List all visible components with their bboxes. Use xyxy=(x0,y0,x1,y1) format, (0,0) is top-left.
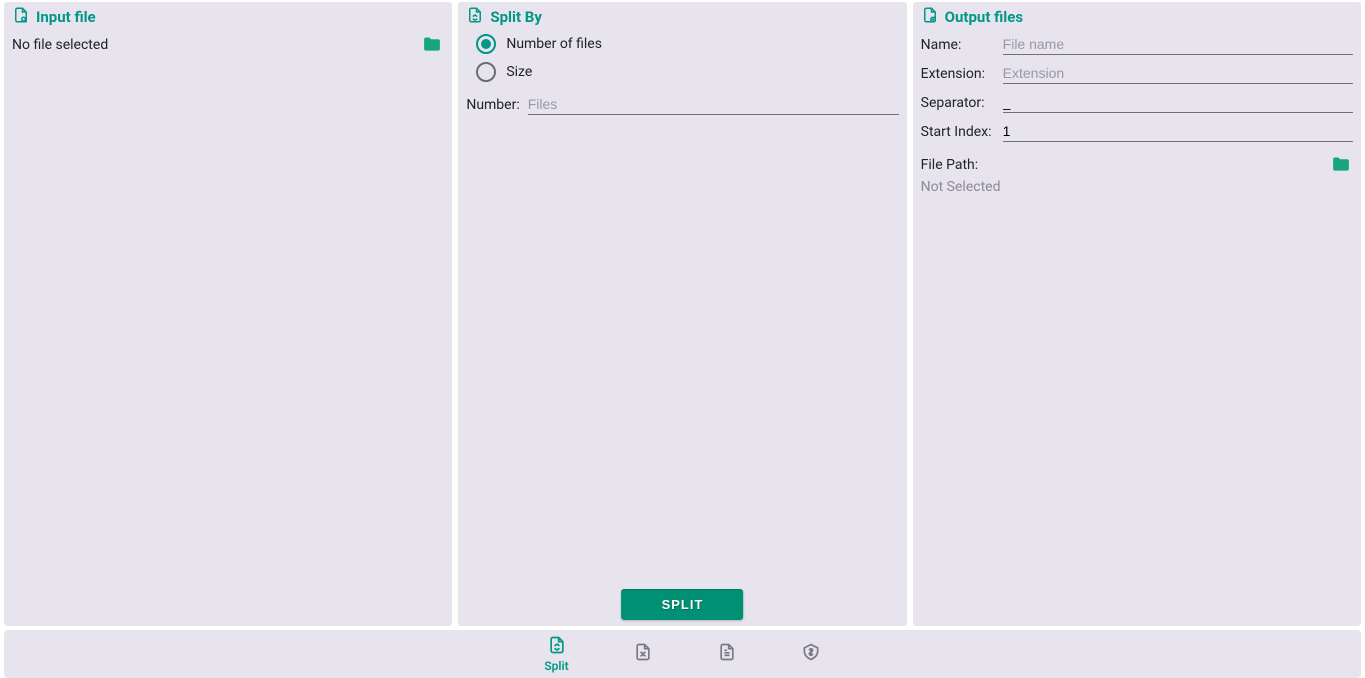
folder-icon xyxy=(420,34,444,55)
split-by-panel: Split By Number of files Size Number: xyxy=(458,2,906,626)
input-file-title: Input file xyxy=(36,8,96,26)
output-file-browse-button[interactable] xyxy=(1329,154,1353,175)
output-files-title: Output files xyxy=(945,8,1023,26)
radio-unchecked-icon xyxy=(476,62,496,82)
file-path-label: File Path: xyxy=(921,157,979,173)
radio-number-label: Number of files xyxy=(506,36,602,52)
extension-input[interactable] xyxy=(1003,63,1353,84)
number-label: Number: xyxy=(466,97,519,113)
split-by-header: Split By xyxy=(466,6,898,28)
tab-merge[interactable] xyxy=(633,642,653,666)
split-tab-icon xyxy=(547,635,567,659)
name-input[interactable] xyxy=(1003,34,1353,55)
split-file-icon xyxy=(466,6,484,28)
input-file-panel: Input file No file selected xyxy=(4,2,452,626)
radio-checked-icon xyxy=(476,34,496,54)
radio-size-label: Size xyxy=(506,64,532,80)
start-index-input[interactable] xyxy=(1003,121,1353,142)
donate-tab-icon xyxy=(801,642,821,666)
document-tab-icon xyxy=(717,642,737,666)
name-label: Name: xyxy=(921,37,995,53)
tab-split-label: Split xyxy=(544,659,568,673)
split-button[interactable]: SPLIT xyxy=(622,589,744,620)
start-index-label: Start Index: xyxy=(921,124,995,140)
tab-donate[interactable] xyxy=(801,642,821,666)
input-file-browse-button[interactable] xyxy=(420,34,444,55)
radio-size[interactable]: Size xyxy=(476,62,898,82)
tab-document[interactable] xyxy=(717,642,737,666)
file-search-icon xyxy=(12,6,30,28)
output-files-panel: Output files Name: Extension: Separator:… xyxy=(913,2,1361,626)
split-by-title: Split By xyxy=(490,8,542,26)
output-files-header: Output files xyxy=(921,6,1353,28)
input-file-header: Input file xyxy=(12,6,444,28)
extension-label: Extension: xyxy=(921,66,995,82)
file-path-value: Not Selected xyxy=(921,179,1353,195)
radio-number-of-files[interactable]: Number of files xyxy=(476,34,898,54)
file-output-icon xyxy=(921,6,939,28)
merge-tab-icon xyxy=(633,642,653,666)
bottom-tab-bar: Split xyxy=(4,630,1361,678)
input-file-status: No file selected xyxy=(12,37,412,53)
separator-label: Separator: xyxy=(921,95,995,111)
number-input[interactable] xyxy=(528,94,899,115)
separator-input[interactable] xyxy=(1003,92,1353,113)
tab-split[interactable]: Split xyxy=(544,635,568,673)
folder-icon xyxy=(1329,154,1353,175)
